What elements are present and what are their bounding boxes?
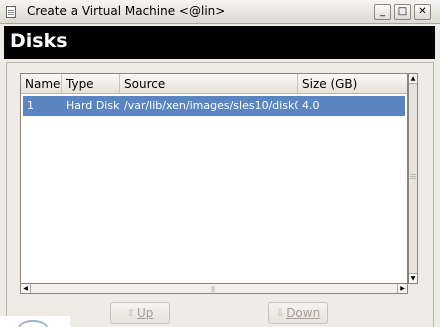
window-title: Create a Virtual Machine <@lin> <box>27 4 226 18</box>
scroll-up-icon[interactable]: ▲ <box>409 74 417 84</box>
scrollbar-thumb[interactable]: ||| <box>31 284 397 293</box>
move-down-button[interactable]: ⇩ Down <box>268 302 328 324</box>
cell-source: /var/lib/xen/images/sles10/disk0 <box>124 99 298 112</box>
page-header: Disks <box>4 26 435 59</box>
document-icon <box>6 6 16 18</box>
column-header-size[interactable]: Size (GB) <box>298 74 407 94</box>
close-button[interactable]: ✕ <box>414 4 431 20</box>
horizontal-scrollbar[interactable]: ◀ ||| ▶ <box>20 284 408 294</box>
cell-size: 4.0 <box>302 99 320 112</box>
minimize-button[interactable]: _ <box>374 4 391 20</box>
maximize-icon: □ <box>397 6 408 17</box>
scrollbar-grip-icon: ||| <box>211 286 215 293</box>
column-header-type[interactable]: Type <box>62 74 120 94</box>
window-titlebar[interactable]: Create a Virtual Machine <@lin> _ □ ✕ <box>0 0 440 24</box>
cell-type: Hard Disk <box>66 99 120 112</box>
scroll-left-icon[interactable]: ◀ <box>21 284 31 293</box>
close-icon: ✕ <box>418 6 427 17</box>
column-header-source[interactable]: Source <box>120 74 298 94</box>
decorative-graphic <box>0 316 70 327</box>
vertical-scrollbar[interactable]: ▲ ▼ <box>408 73 418 284</box>
table-row[interactable]: 1 Hard Disk /var/lib/xen/images/sles10/d… <box>23 96 405 116</box>
maximize-button[interactable]: □ <box>394 4 411 20</box>
move-up-button[interactable]: ⇧ Up <box>110 302 170 324</box>
cell-name: 1 <box>27 99 34 112</box>
column-header-name[interactable]: Name <box>21 74 62 94</box>
move-up-label: Up <box>136 306 154 320</box>
scroll-right-icon[interactable]: ▶ <box>397 284 407 293</box>
move-down-label: Down <box>286 306 321 320</box>
page-title: Disks <box>10 30 68 52</box>
arrow-down-icon: ⇩ <box>275 307 285 319</box>
arrow-up-icon: ⇧ <box>126 307 135 319</box>
minimize-icon: _ <box>380 6 385 17</box>
scrollbar-grip[interactable] <box>410 174 416 180</box>
scroll-down-icon[interactable]: ▼ <box>409 273 417 283</box>
disks-table[interactable]: Name Type Source Size (GB) 1 Hard Disk /… <box>20 73 408 284</box>
